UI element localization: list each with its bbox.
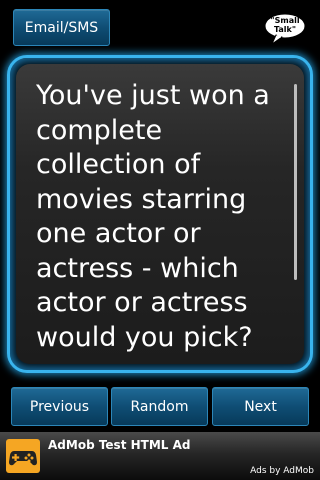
- random-label: Random: [130, 398, 189, 415]
- small-talk-logo: "Small Talk": [264, 13, 306, 45]
- screen: Email/SMS "Small Talk" You've just won a…: [0, 0, 320, 480]
- ad-banner[interactable]: AdMob Test HTML Ad Ads by AdMob: [0, 432, 320, 480]
- logo-text: "Small Talk": [270, 16, 300, 34]
- email-sms-label: Email/SMS: [24, 19, 99, 36]
- next-label: Next: [244, 398, 277, 415]
- question-card: You've just won a complete collection of…: [7, 55, 313, 373]
- random-button[interactable]: Random: [111, 387, 208, 426]
- ad-credit: Ads by AdMob: [250, 466, 314, 476]
- gamepad-icon: [6, 439, 40, 473]
- previous-button[interactable]: Previous: [11, 387, 108, 426]
- scrollbar[interactable]: [294, 84, 297, 280]
- previous-label: Previous: [29, 398, 90, 415]
- question-text: You've just won a complete collection of…: [36, 80, 270, 353]
- question-card-inner: You've just won a complete collection of…: [16, 64, 304, 364]
- email-sms-button[interactable]: Email/SMS: [13, 9, 110, 46]
- ad-title: AdMob Test HTML Ad: [48, 438, 191, 452]
- next-button[interactable]: Next: [212, 387, 309, 426]
